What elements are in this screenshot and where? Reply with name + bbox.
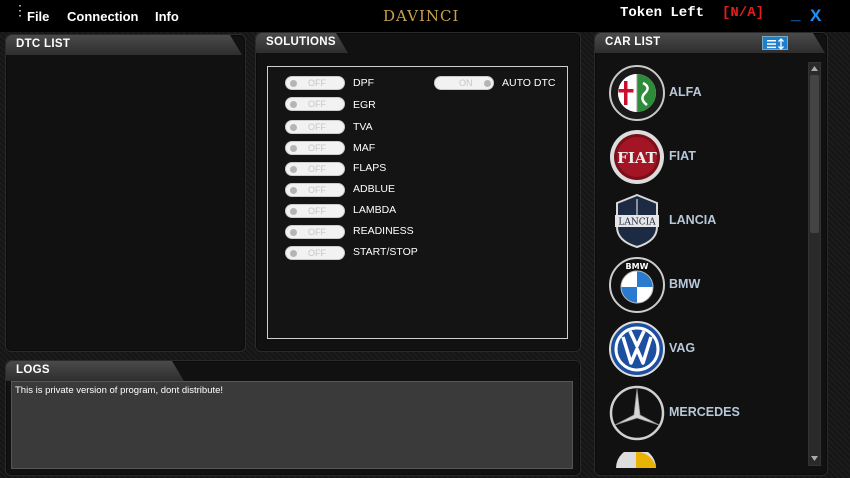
start-stop-toggle[interactable]: OFF xyxy=(285,246,345,260)
adblue-label: ADBLUE xyxy=(353,183,396,195)
car-name-lancia: LANCIA xyxy=(669,213,717,227)
svg-text:LANCIA: LANCIA xyxy=(618,218,656,228)
menu-info[interactable]: Info xyxy=(155,9,179,24)
alfa-romeo-logo-icon xyxy=(609,65,665,121)
token-label: Token Left xyxy=(620,5,705,21)
car-name-bmw: BMW xyxy=(669,277,701,291)
sort-icon xyxy=(767,38,784,50)
solutions-header: SOLUTIONS xyxy=(256,33,348,53)
title-bar: ⋮ File Connection Info DAVINCI Token Lef… xyxy=(0,0,850,32)
scroll-down-arrow-icon[interactable] xyxy=(810,455,819,462)
menu-file[interactable]: File xyxy=(27,9,49,24)
start-stop-label: START/STOP xyxy=(353,246,418,258)
close-button[interactable]: X xyxy=(810,6,821,26)
dtc-list-header: DTC LIST xyxy=(6,35,242,55)
tva-toggle[interactable]: OFF xyxy=(285,120,345,134)
scroll-thumb[interactable] xyxy=(810,75,819,233)
menu-connection[interactable]: Connection xyxy=(67,9,139,24)
car-item-fiat[interactable]: FIAT FIAT xyxy=(606,127,806,187)
car-name-vag: VAG xyxy=(669,341,696,355)
bmw-logo-icon: BMW xyxy=(609,257,665,313)
car-item-vag[interactable]: VAG xyxy=(606,319,806,379)
flaps-label: FLAPS xyxy=(353,162,387,174)
readiness-label: READINESS xyxy=(353,225,414,237)
maf-toggle[interactable]: OFF xyxy=(285,141,345,155)
svg-text:BMW: BMW xyxy=(626,262,649,271)
adblue-toggle[interactable]: OFF xyxy=(285,183,345,197)
lambda-label: LAMBDA xyxy=(353,204,397,216)
car-name-fiat: FIAT xyxy=(669,149,696,163)
sort-button[interactable] xyxy=(762,36,788,50)
car-name-alfa: ALFA xyxy=(669,85,702,99)
lambda-toggle[interactable]: OFF xyxy=(285,204,345,218)
egr-toggle[interactable]: OFF xyxy=(285,97,345,111)
fiat-logo-icon: FIAT xyxy=(610,130,664,184)
dpf-toggle[interactable]: OFF xyxy=(285,76,345,90)
dtc-list-panel: DTC LIST xyxy=(5,34,246,352)
logs-header: LOGS xyxy=(6,361,184,381)
car-list-header: CAR LIST xyxy=(595,33,825,53)
menu-dots-icon[interactable]: ⋮ xyxy=(13,3,27,17)
dpf-label: DPF xyxy=(353,77,374,89)
minimize-button[interactable]: _ xyxy=(791,4,800,24)
car-item-alfa[interactable]: ALFA xyxy=(606,63,806,123)
app-brand: DAVINCI xyxy=(383,7,460,25)
car-item-mercedes[interactable]: MERCEDES xyxy=(606,383,806,443)
flaps-toggle[interactable]: OFF xyxy=(285,162,345,176)
auto-dtc-toggle[interactable]: ON xyxy=(434,76,494,90)
maf-label: MAF xyxy=(353,142,376,154)
scroll-up-arrow-icon[interactable] xyxy=(810,65,819,72)
svg-text:FIAT: FIAT xyxy=(617,149,657,167)
car-name-mercedes: MERCEDES xyxy=(669,405,740,419)
egr-label: EGR xyxy=(353,99,376,111)
log-output[interactable]: This is private version of program, dont… xyxy=(11,381,573,469)
log-text: This is private version of program, dont… xyxy=(15,385,224,396)
readiness-toggle[interactable]: OFF xyxy=(285,225,345,239)
tva-label: TVA xyxy=(353,121,373,133)
lancia-logo-icon: LANCIA xyxy=(615,193,659,249)
car-list-scrollbar[interactable] xyxy=(808,62,821,466)
vw-logo-icon xyxy=(609,321,665,377)
next-car-logo-icon xyxy=(616,452,656,468)
auto-dtc-label: AUTO DTC xyxy=(502,77,556,89)
car-item-bmw[interactable]: BMW BMW xyxy=(606,255,806,315)
car-item-lancia[interactable]: LANCIA LANCIA xyxy=(606,191,806,251)
mercedes-logo-icon xyxy=(609,385,665,441)
token-value: [N/A] xyxy=(722,5,765,21)
